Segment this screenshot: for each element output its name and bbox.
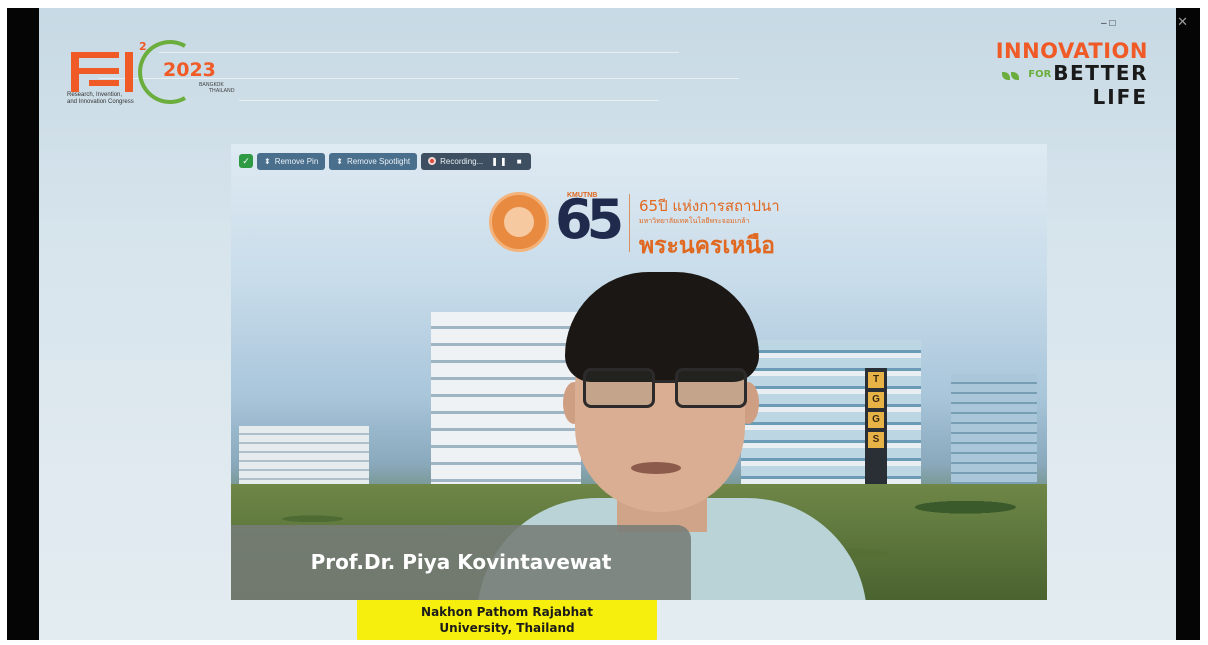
spotlight-icon: ⬍: [336, 156, 343, 166]
pin-icon: ⬍: [264, 156, 271, 166]
banner-line1: 65ปี แห่งการสถาปนา: [639, 197, 780, 215]
close-icon[interactable]: ✕: [1177, 15, 1188, 30]
record-icon: [428, 157, 437, 165]
pause-recording-button[interactable]: ❚❚: [491, 157, 508, 166]
event-logo-subtitle: Research, Invention, and Innovation Cong…: [67, 92, 134, 105]
recording-indicator[interactable]: Recording... ❚❚ ■: [421, 152, 531, 170]
theme-logo: INNOVATION FOR BETTER LIFE: [996, 40, 1148, 108]
presentation-window: ✕ – □ 2 2023 BANGKOK THAILAND Research, …: [7, 8, 1200, 640]
theme-logo-line3: LIFE: [1092, 85, 1148, 109]
theme-logo-line2: FOR BETTER: [996, 62, 1148, 86]
building-left: [239, 426, 369, 486]
logo-superscript: 2: [139, 40, 147, 53]
virtual-background-banner: KMUTNB 65 65ปี แห่งการสถาปนา มหาวิทยาลัย…: [489, 188, 809, 259]
remove-spotlight-button[interactable]: ⬍ Remove Spotlight: [329, 152, 418, 170]
glasses: [583, 368, 747, 412]
theme-logo-line1: INNOVATION: [995, 39, 1148, 63]
logo-year: 2023: [163, 59, 216, 81]
leaf-icon: [1001, 72, 1010, 80]
university-seal-icon: [489, 192, 549, 252]
speaker-name: Prof.Dr. Piya Kovintavewat: [310, 550, 612, 574]
shield-check-icon[interactable]: ✓: [239, 154, 253, 168]
meeting-toolbar: ✓ ⬍ Remove Pin ⬍ Remove Spotlight Recordin…: [239, 152, 531, 170]
banner-number: 65: [555, 188, 624, 251]
banner-line3: พระนครเหนือ: [639, 233, 775, 259]
logo-location-2: THAILAND: [208, 88, 235, 94]
window-controls-ghost[interactable]: – □: [1101, 18, 1115, 29]
banner-line2: มหาวิทยาลัยเทคโนโลยีพระจอมเกล้า: [639, 218, 750, 225]
leaf-icon: [1010, 72, 1019, 80]
speaker-video: T G G S KMUTNB 65 65ปี แห่งการสถาปนา มหา…: [231, 144, 1047, 600]
virtual-stage: – □ 2 2023 BANGKOK THAILAND Research, In…: [39, 8, 1176, 640]
remove-pin-button[interactable]: ⬍ Remove Pin: [257, 152, 326, 170]
stop-recording-button[interactable]: ■: [517, 157, 524, 166]
speaker-affiliation: Nakhon Pathom Rajabhat University, Thail…: [357, 600, 657, 640]
